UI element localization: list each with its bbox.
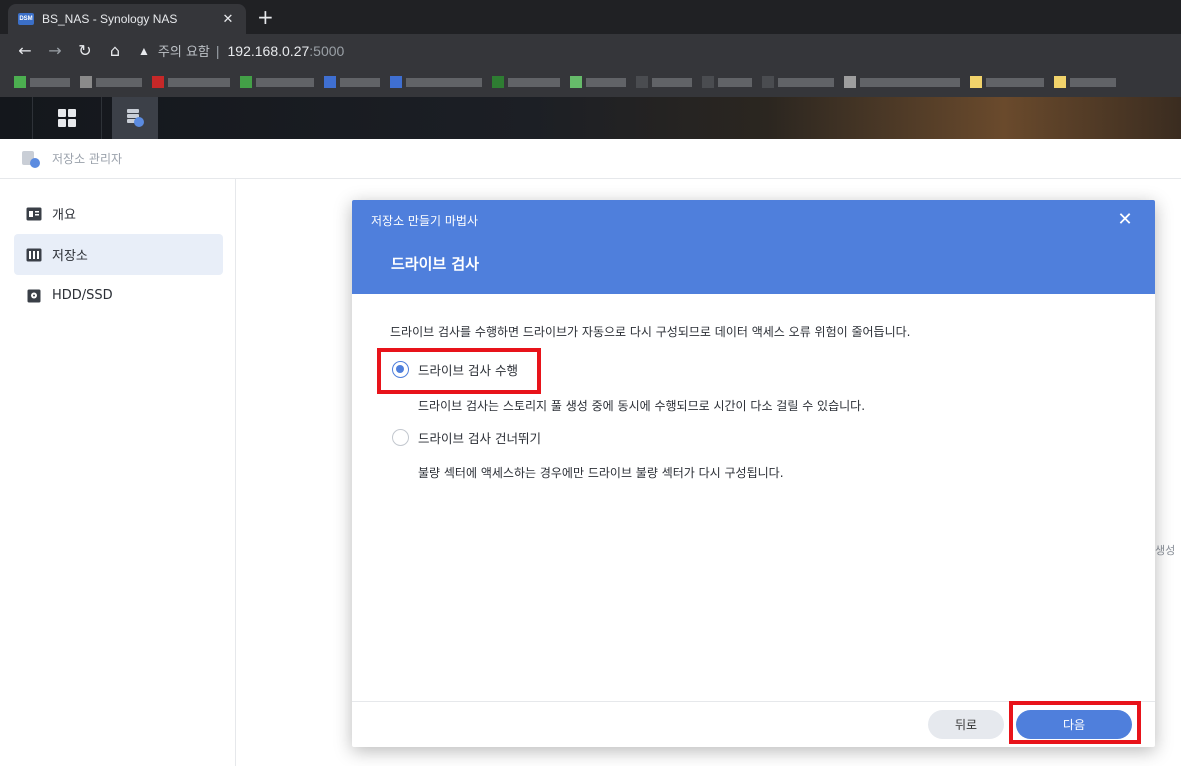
dialog-header: 저장소 만들기 마법사 ✕ 드라이브 검사 (352, 200, 1155, 294)
forward-arrow-icon[interactable]: → (40, 41, 70, 60)
bookmark-item[interactable] (152, 76, 230, 88)
home-icon[interactable]: ⌂ (100, 41, 130, 60)
warning-triangle-icon[interactable]: ▲ (138, 44, 150, 58)
bookmark-item[interactable] (14, 76, 70, 88)
storage-creation-wizard-dialog: 저장소 만들기 마법사 ✕ 드라이브 검사 드라이브 검사를 수행하면 드라이브… (352, 200, 1155, 747)
sidebar-item-overview[interactable]: 개요 (14, 193, 223, 234)
bookmark-icon (636, 76, 648, 88)
bookmarks-bar (0, 67, 1181, 97)
option-description: 불량 섹터에 액세스하는 경우에만 드라이브 불량 섹터가 다시 구성됩니다. (418, 466, 784, 480)
url-host: 192.168.0.27 (227, 42, 310, 59)
bookmark-icon (702, 76, 714, 88)
app-titlebar: 저장소 관리자 (0, 139, 1181, 179)
sidebar: 개요 저장소 HDD/SSD (0, 179, 236, 766)
highlight-box-next-button (1009, 701, 1141, 744)
storage-manager-icon (20, 149, 40, 169)
bookmark-icon (570, 76, 582, 88)
highlight-box-drive-check-option (377, 348, 541, 394)
browser-tab-bar: DSM BS_NAS - Synology NAS ✕ + (0, 0, 1181, 34)
bookmark-item[interactable] (390, 76, 482, 88)
option-description: 드라이브 검사는 스토리지 풀 생성 중에 동시에 수행되므로 시간이 다소 걸… (418, 399, 866, 413)
bookmark-icon (324, 76, 336, 88)
bookmark-item[interactable] (324, 76, 380, 88)
close-icon[interactable]: ✕ (1115, 209, 1135, 230)
radio-skip-drive-check[interactable] (392, 429, 409, 446)
sidebar-item-hdd-ssd[interactable]: HDD/SSD (14, 275, 223, 316)
tab-title: BS_NAS - Synology NAS (42, 12, 178, 26)
bookmark-icon (970, 76, 982, 88)
bookmark-item[interactable] (492, 76, 560, 88)
dsm-taskbar (0, 97, 1181, 139)
bookmark-item[interactable] (844, 76, 960, 88)
bookmark-icon (152, 76, 164, 88)
reload-icon[interactable]: ↻ (70, 41, 100, 60)
bookmark-icon (844, 76, 856, 88)
bookmark-item[interactable] (970, 76, 1044, 88)
security-warning-text[interactable]: 주의 요함 (158, 41, 210, 60)
dialog-title: 저장소 만들기 마법사 (371, 214, 478, 228)
address-bar: ← → ↻ ⌂ ▲ 주의 요함 | 192.168.0.27 :5000 (0, 34, 1181, 67)
bookmark-icon (762, 76, 774, 88)
bookmark-icon (492, 76, 504, 88)
bookmark-item[interactable] (570, 76, 626, 88)
storage-icon (26, 247, 42, 263)
bookmark-icon (390, 76, 402, 88)
bookmark-icon (14, 76, 26, 88)
back-button[interactable]: 뒤로 (928, 710, 1004, 739)
bookmark-item[interactable] (80, 76, 142, 88)
url-field[interactable]: ▲ 주의 요함 | 192.168.0.27 :5000 (138, 41, 345, 61)
hdd-icon (26, 288, 42, 304)
back-arrow-icon[interactable]: ← (10, 41, 40, 60)
step-description: 드라이브 검사를 수행하면 드라이브가 자동으로 다시 구성되므로 데이터 액세… (390, 325, 911, 339)
sidebar-item-label: 개요 (52, 208, 76, 223)
option-label: 드라이브 검사 건너뛰기 (418, 431, 541, 446)
step-title: 드라이브 검사 (391, 255, 480, 273)
tab-close-icon[interactable]: ✕ (220, 11, 236, 27)
dsm-favicon-icon: DSM (18, 13, 34, 25)
browser-tab[interactable]: DSM BS_NAS - Synology NAS ✕ (8, 4, 246, 34)
bookmark-icon (1054, 76, 1066, 88)
main-menu-icon (58, 109, 76, 127)
overview-icon (26, 206, 42, 222)
option-skip-drive-check[interactable]: 드라이브 검사 건너뛰기 (392, 428, 541, 447)
sidebar-item-label: 저장소 (52, 249, 88, 264)
bookmark-item[interactable] (240, 76, 314, 88)
app-title: 저장소 관리자 (52, 152, 123, 166)
url-separator: | (215, 42, 220, 59)
bookmark-item[interactable] (702, 76, 752, 88)
sidebar-item-label: HDD/SSD (52, 288, 113, 303)
sidebar-item-storage[interactable]: 저장소 (14, 234, 223, 275)
bookmark-icon (80, 76, 92, 88)
bookmark-icon (240, 76, 252, 88)
main-menu-button[interactable] (32, 97, 102, 139)
bookmark-item[interactable] (636, 76, 692, 88)
background-create-text: 생성 (1155, 544, 1176, 557)
new-tab-button[interactable]: + (257, 5, 274, 29)
bookmark-item[interactable] (762, 76, 834, 88)
bookmark-item[interactable] (1054, 76, 1116, 88)
url-port: :5000 (309, 42, 345, 59)
storage-manager-taskbar-button[interactable] (112, 97, 158, 139)
storage-manager-icon (127, 109, 144, 127)
